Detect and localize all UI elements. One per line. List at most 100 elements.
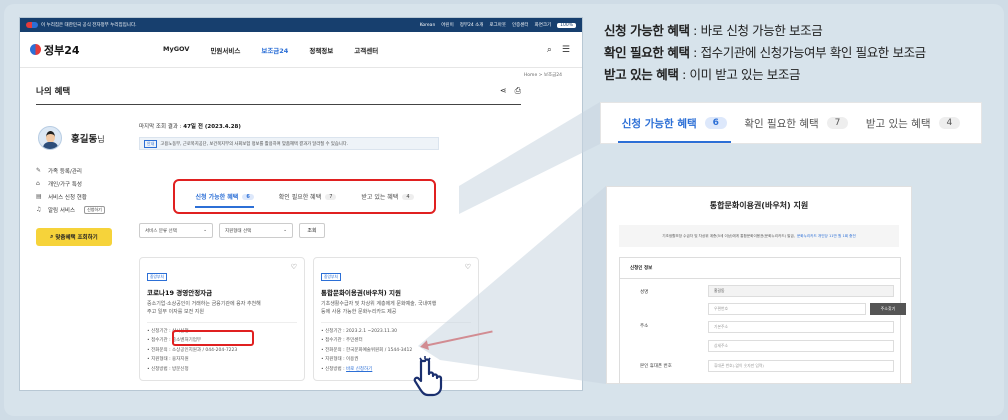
logout-link[interactable]: 로그아웃 [489, 22, 506, 28]
zipcode-field[interactable]: 우편번호 [708, 303, 866, 315]
card-detail: • 지원형태 : 융자지원 [147, 357, 189, 363]
tab-receiving[interactable]: 받고 있는 혜택 4 [865, 103, 961, 143]
gov-link-kids[interactable]: 어린이 [441, 22, 453, 28]
nav-civil-service[interactable]: 민원서비스 [210, 45, 240, 55]
benefit-card[interactable]: 중앙부처 ♡ 통합문화이용권(바우처) 지원 기초생활수급자 및 차상위 계층에… [313, 257, 479, 381]
category-select-value: 서비스 분류 선택 [145, 228, 177, 234]
alert-apply-button[interactable]: 신청하기 [84, 205, 105, 214]
sidebar-item-alert[interactable]: ♫ 알림 서비스 신청하기 [36, 203, 146, 216]
cert-center-link[interactable]: 인증센터 [512, 22, 529, 28]
name-field[interactable]: 홍길동 [708, 285, 894, 297]
sidebar-item-household[interactable]: ⌂ 개인/가구 특성 [36, 177, 146, 190]
form-row-phone: 본인 휴대폰 번호 휴대폰 번호(-없이 숫자만 입력) [620, 358, 900, 377]
font-size-label: 화면크기 [534, 23, 552, 28]
notice-box: 안내 고용노동부, 근로복지공단, 보건복지부의 사회보험 정보를 활용하여 맞… [139, 137, 439, 150]
nav-mygov[interactable]: MyGOV [163, 45, 189, 55]
card-detail: • 전화문의 : 소상공인지원과 / 044-204-7223 [147, 347, 238, 353]
menu-icon[interactable]: ☰ [562, 45, 570, 55]
nav-policy[interactable]: 정책정보 [309, 45, 333, 55]
gov-banner-right: Korean 어린이 정부24 소개 로그아웃 인증센터 화면크기 100% [420, 22, 576, 28]
tab-available[interactable]: 신청 가능한 혜택 6 [617, 103, 732, 143]
field-label: 성명 [640, 290, 649, 295]
main-content: 마지막 조회 결과 : 47일 전 (2023.4.28) 안내 고용노동부, … [139, 122, 524, 381]
category-badge: 중앙부처 [147, 273, 167, 281]
nav-subsidy[interactable]: 보조금24 [261, 45, 288, 55]
phone-field[interactable]: 휴대폰 번호(-없이 숫자만 입력) [708, 360, 894, 372]
cta-label: 맞춤혜택 조회하기 [55, 235, 98, 241]
legend-text: 신청 가능한 혜택 : 바로 신청 가능한 보조금 확인 필요한 혜택 : 접수… [604, 20, 926, 86]
applicant-form: 신청인 정보 성명 홍길동 우편번호 주소찾기 주소 기본주소 상세주소 본인 … [619, 257, 906, 383]
card-divider [321, 322, 471, 323]
search-icon[interactable]: ⌕ [547, 45, 552, 55]
heart-icon[interactable]: ♡ [465, 263, 471, 271]
gov-banner: 이 누리집은 대한민국 공식 전자정부 누리집입니다. Korean 어린이 정… [20, 18, 582, 32]
support-type-value: 지원형태 선택 [225, 228, 252, 234]
custom-benefit-button[interactable]: ⌕ 맞춤혜택 조회하기 [36, 228, 112, 246]
avatar [38, 126, 62, 150]
sidebar-item-status[interactable]: ▤ 서비스 신청 현황 [36, 190, 146, 203]
detail-text: 지원형태 : 이용권 [325, 357, 359, 363]
form-row-name: 성명 홍길동 [620, 282, 900, 301]
heart-icon[interactable]: ♡ [291, 263, 297, 271]
card-divider [147, 322, 297, 323]
user-name: 홍길동 [71, 134, 98, 145]
tab-need-check[interactable]: 확인 필요한 혜택 7 [279, 181, 337, 212]
card-desc-line: 기초생활수급자 및 차상위 계층에게 문화예술, 국내여행 [321, 301, 437, 307]
tab-label: 신청 가능한 혜택 [621, 117, 697, 130]
logo-text: 정부24 [44, 43, 80, 57]
notice-badge: 안내 [144, 139, 158, 148]
user-name-wrap: 홍길동님 [71, 131, 105, 145]
print-icon[interactable]: ⎙ [515, 86, 521, 96]
tab-count: 7 [826, 117, 849, 129]
tab-count: 6 [242, 193, 254, 200]
share-icon[interactable]: ⋖ [500, 86, 507, 96]
tab-label: 확인 필요한 혜택 [744, 117, 819, 130]
card-desc-line: 등에 사용 가능한 문화누리카드 제공 [321, 308, 397, 315]
last-result: 마지막 조회 결과 : 47일 전 (2023.4.28) [139, 122, 524, 130]
detail-text: 전화문의 : 소상공인지원과 / 044-204-7223 [151, 347, 238, 353]
tab-need-check[interactable]: 확인 필요한 혜택 7 [744, 103, 849, 143]
detail-title: 통합문화이용권(바우처) 지원 [709, 201, 809, 210]
list-icon: ▤ [36, 193, 42, 200]
flag-icon [26, 22, 38, 28]
tab-label: 받고 있는 혜택 [865, 117, 931, 130]
user-suffix: 님 [97, 135, 105, 144]
benefit-card[interactable]: 중앙부처 ♡ 코로나19 경영안정자금 중소기업·소상공인이 거래하는 금융기관… [139, 257, 305, 381]
card-detail: • 전화문의 : 한국문화예술위원회 / 1544-3412 [321, 347, 413, 353]
detail-info-link[interactable]: 문화누리카드 개인당 11만 원 1회 충전 [797, 234, 856, 239]
search-icon: ⌕ [50, 233, 54, 240]
support-type-select[interactable]: 지원형태 선택 ⌄ [219, 223, 293, 238]
address-detail-field[interactable]: 상세주소 [708, 340, 894, 352]
tab-available[interactable]: 신청 가능한 혜택 6 [195, 181, 255, 212]
detail-text: 신청방법 : 방문신청 [151, 366, 189, 372]
address-field[interactable]: 기본주소 [708, 321, 894, 333]
tab-receiving[interactable]: 받고 있는 혜택 4 [361, 181, 414, 212]
logo-icon [30, 44, 41, 55]
apply-now-link[interactable]: 바로 신청하기 [346, 367, 372, 372]
main-nav: MyGOV 민원서비스 보조금24 정책정보 고객센터 [163, 45, 378, 55]
card-desc: 중소기업·소상공인이 거래하는 금융기관에 융자 추천해 주고 일부 이자를 보전… [147, 301, 297, 316]
sidebar-item-family[interactable]: ✎ 가족 등록/관리 [36, 164, 146, 177]
language-select[interactable]: Korean [420, 23, 436, 28]
gov-link-about[interactable]: 정부24 소개 [460, 22, 484, 28]
zoomed-application-form: 통합문화이용권(바우처) 지원 기초생활보장 수급자 및 차상위 계층(5세 이… [606, 186, 912, 384]
card-detail: • 신청방법 : 방문신청 [147, 366, 189, 372]
tab-count: 4 [938, 117, 961, 129]
site-logo[interactable]: 정부24 [30, 42, 80, 58]
title-actions: ⋖ ⎙ [500, 86, 521, 96]
category-select[interactable]: 서비스 분류 선택 ⌄ [139, 223, 213, 238]
legend-row: 신청 가능한 혜택 : 바로 신청 가능한 보조금 [604, 20, 926, 42]
breadcrumb: Home > 보조금24 [523, 73, 562, 78]
legend-term: 신청 가능한 혜택 [604, 23, 690, 38]
zoom-level[interactable]: 100% [557, 22, 576, 28]
chevron-down-icon: ⌄ [283, 228, 287, 233]
search-button[interactable]: 조회 [299, 223, 325, 238]
sidebar-item-label: 서비스 신청 현황 [48, 194, 87, 201]
field-label: 주소 [640, 324, 649, 329]
detail-text: 신청방법 : [325, 366, 345, 372]
legend-desc: 접수기관에 신청가능여부 확인 필요한 보조금 [700, 45, 927, 60]
detail-text: 지원형태 : 융자지원 [151, 357, 189, 363]
address-search-button[interactable]: 주소찾기 [870, 303, 906, 315]
card-title: 통합문화이용권(바우처) 지원 [321, 289, 401, 297]
nav-support[interactable]: 고객센터 [354, 45, 378, 55]
